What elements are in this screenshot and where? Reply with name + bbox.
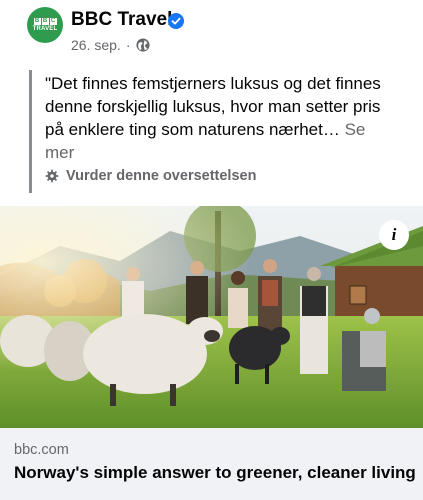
page-name-link[interactable]: BBC Travel xyxy=(71,9,172,31)
logo-letter: B xyxy=(41,17,49,25)
logo-letter: C xyxy=(49,17,57,25)
quote-text: "Det finnes femstjerners luksus og det f… xyxy=(45,74,381,139)
link-preview-card[interactable]: bbc.com Norway's simple answer to greene… xyxy=(0,428,423,500)
logo-subtitle: TRAVEL xyxy=(32,25,58,32)
logo-letter: B xyxy=(33,17,41,25)
page-avatar[interactable]: B B C TRAVEL xyxy=(27,7,63,43)
info-icon[interactable]: i xyxy=(379,220,409,250)
post-meta: 26. sep. · xyxy=(71,37,150,53)
verified-badge-icon xyxy=(168,13,184,29)
translate-label: Vurder denne oversettelsen xyxy=(66,168,257,184)
globe-icon[interactable] xyxy=(135,38,150,52)
link-domain: bbc.com xyxy=(14,442,69,458)
meta-separator: · xyxy=(125,37,131,53)
gear-icon xyxy=(45,169,59,183)
rate-translation-link[interactable]: Vurder denne oversettelsen xyxy=(45,168,256,184)
farm-scene-illustration xyxy=(0,206,423,428)
post-header: B B C TRAVEL BBC Travel 26. sep. · xyxy=(0,0,423,62)
post-date[interactable]: 26. sep. xyxy=(71,37,121,53)
link-title[interactable]: Norway's simple answer to greener, clean… xyxy=(14,463,416,483)
post-quote: "Det finnes femstjerners luksus og det f… xyxy=(29,70,402,193)
article-photo[interactable]: i xyxy=(0,206,423,428)
bbc-logo: B B C xyxy=(33,17,57,25)
quote-body: "Det finnes femstjerners luksus og det f… xyxy=(45,72,395,164)
